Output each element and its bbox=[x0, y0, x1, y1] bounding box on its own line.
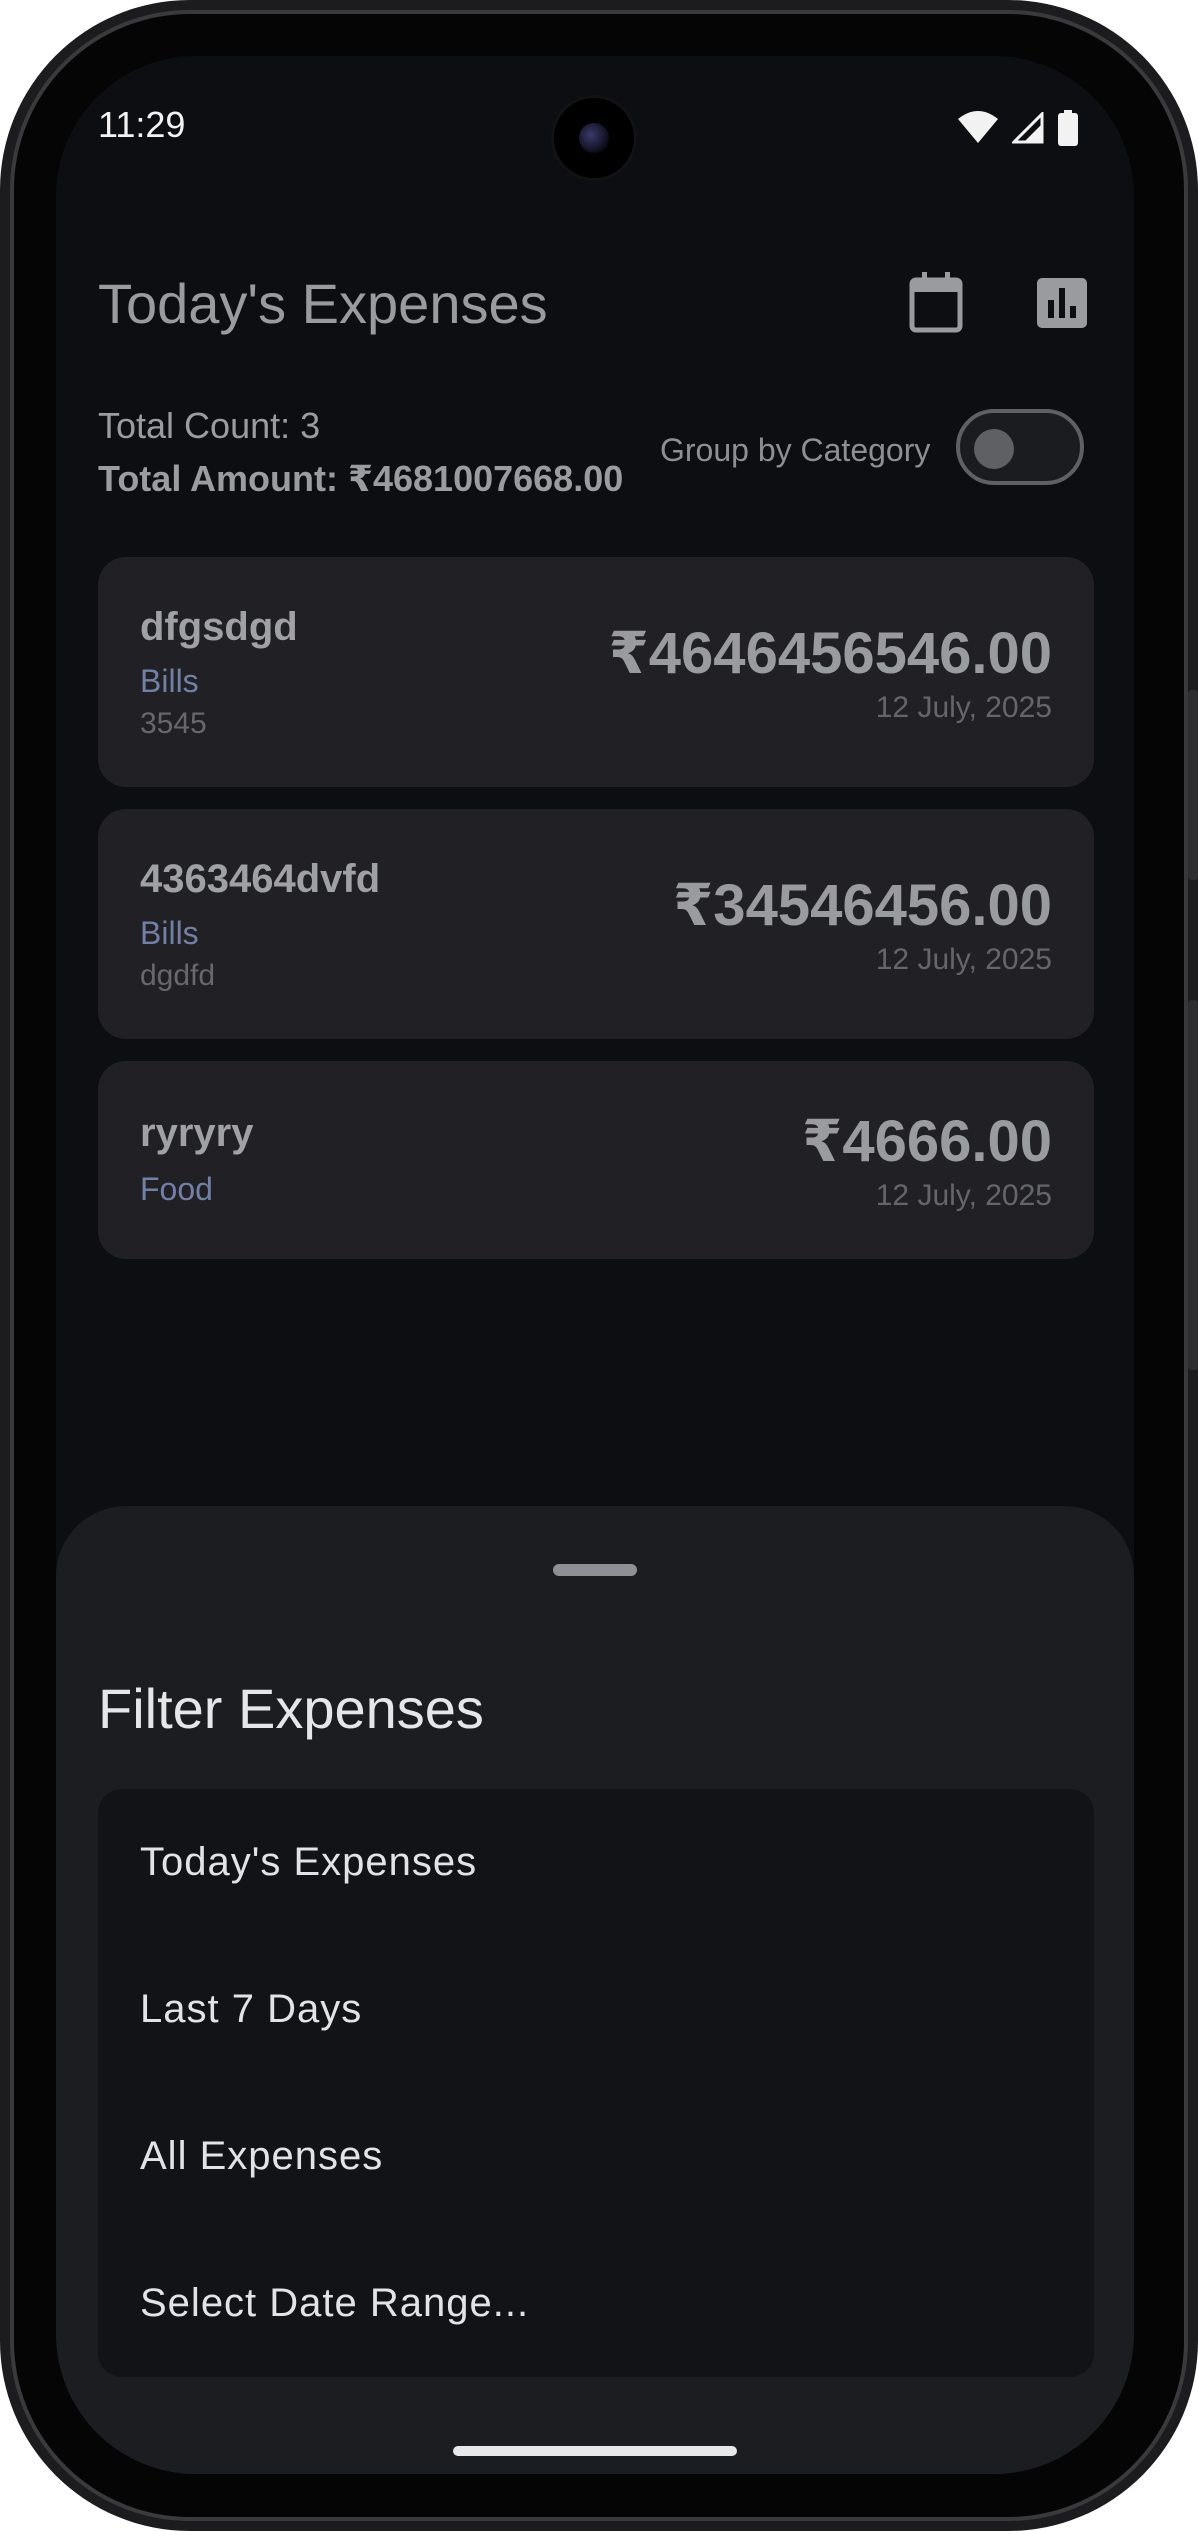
expense-title: ryryry bbox=[140, 1111, 254, 1155]
filter-option-date-range[interactable]: Select Date Range... bbox=[98, 2230, 1094, 2377]
sheet-title: Filter Expenses bbox=[98, 1677, 484, 1740]
calendar-button[interactable] bbox=[896, 263, 976, 343]
stats-button[interactable] bbox=[1022, 263, 1102, 343]
filter-option-last-7-days[interactable]: Last 7 Days bbox=[98, 1936, 1094, 2083]
toggle-knob bbox=[974, 429, 1014, 469]
status-time: 11:29 bbox=[98, 104, 186, 145]
home-indicator[interactable] bbox=[453, 2446, 737, 2456]
drag-handle[interactable] bbox=[553, 1564, 637, 1576]
power-button bbox=[1188, 1000, 1198, 1370]
expense-card[interactable]: 4363464dvfd Bills dgdfd ₹34546456.00 12 … bbox=[98, 809, 1094, 1039]
expense-date: 12 July, 2025 bbox=[875, 691, 1052, 724]
expense-category: Food bbox=[140, 1171, 213, 1207]
filter-option-today[interactable]: Today's Expenses bbox=[98, 1789, 1094, 1936]
expense-amount: ₹34546456.00 bbox=[672, 873, 1052, 938]
bar-chart-icon bbox=[1037, 278, 1087, 328]
status-bar: 11:29 bbox=[56, 56, 1134, 196]
volume-button bbox=[1188, 690, 1198, 880]
screen: 11:29 Today's Expenses Total Count: 3 To… bbox=[56, 56, 1134, 2474]
phone-frame: 11:29 Today's Expenses Total Count: 3 To… bbox=[0, 0, 1198, 2531]
expense-card[interactable]: dfgsdgd Bills 3545 ₹4646456546.00 12 Jul… bbox=[98, 557, 1094, 787]
filter-bottom-sheet: Filter Expenses Today's Expenses Last 7 … bbox=[56, 1506, 1134, 2474]
expense-amount: ₹4646456546.00 bbox=[608, 621, 1052, 686]
expense-date: 12 July, 2025 bbox=[875, 1179, 1052, 1212]
expense-title: 4363464dvfd bbox=[140, 857, 381, 901]
wifi-icon bbox=[958, 111, 998, 150]
expense-amount: ₹4666.00 bbox=[801, 1109, 1052, 1174]
filter-options-list: Today's Expenses Last 7 Days All Expense… bbox=[98, 1789, 1094, 2377]
expense-category: Bills bbox=[140, 915, 199, 951]
expense-category: Bills bbox=[140, 663, 199, 699]
total-amount: Total Amount: ₹4681007668.00 bbox=[98, 458, 624, 499]
status-icons bbox=[958, 110, 1078, 151]
total-count: Total Count: 3 bbox=[98, 405, 321, 446]
filter-option-all[interactable]: All Expenses bbox=[98, 2083, 1094, 2230]
calendar-icon bbox=[909, 272, 963, 333]
expense-summary: Total Count: 3 Total Amount: ₹4681007668… bbox=[98, 401, 623, 507]
page-title: Today's Expenses bbox=[98, 272, 548, 335]
expense-card[interactable]: ryryry Food ₹4666.00 12 July, 2025 bbox=[98, 1061, 1094, 1259]
group-by-category-toggle[interactable] bbox=[956, 409, 1084, 485]
group-by-category-label: Group by Category bbox=[660, 432, 931, 468]
expense-date: 12 July, 2025 bbox=[875, 943, 1052, 976]
cell-signal-icon bbox=[1010, 110, 1044, 149]
expense-title: dfgsdgd bbox=[140, 605, 298, 649]
battery-icon bbox=[1058, 110, 1078, 151]
expense-note: dgdfd bbox=[140, 959, 216, 992]
front-camera bbox=[554, 98, 634, 178]
app-bar: Today's Expenses bbox=[56, 241, 1134, 351]
expense-note: 3545 bbox=[140, 707, 207, 740]
